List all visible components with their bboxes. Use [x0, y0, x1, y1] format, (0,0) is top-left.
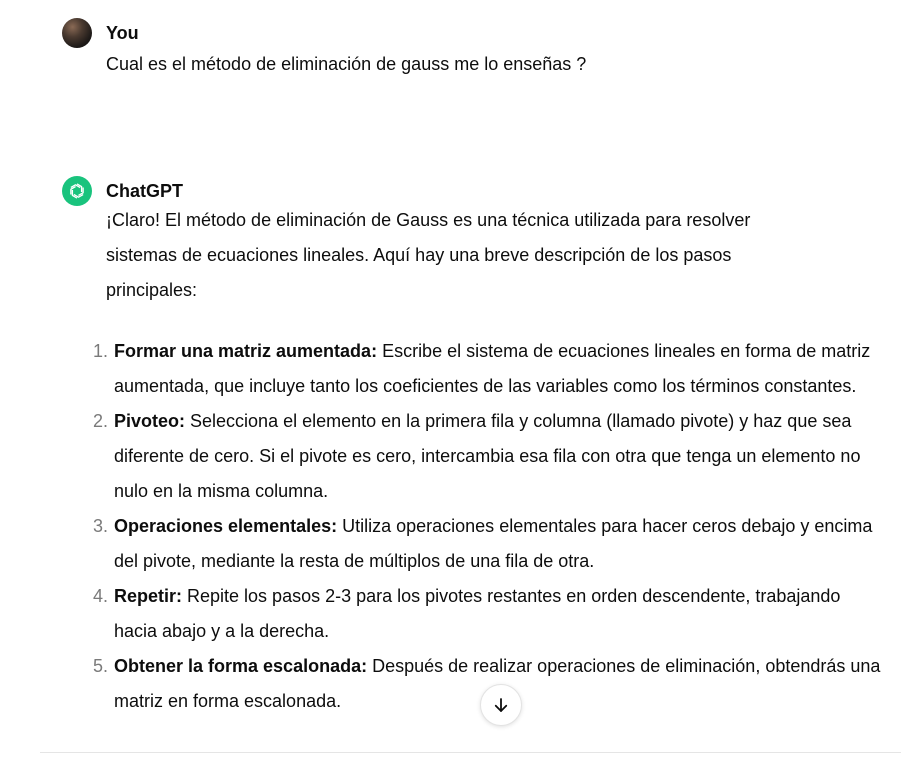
user-avatar — [62, 18, 92, 48]
list-item-number: 1. — [92, 341, 108, 361]
list-item-number: 2. — [92, 411, 108, 431]
list-item-number: 4. — [92, 586, 108, 606]
list-item-title: Operaciones elementales: — [114, 516, 343, 536]
openai-logo-icon — [62, 176, 92, 206]
composer-divider — [40, 752, 901, 753]
assistant-author-name: ChatGPT — [106, 181, 184, 201]
steps-list: 1. Formar una matriz aumentada: Escribe … — [93, 334, 884, 719]
list-item-title: Repetir: — [114, 586, 188, 606]
scroll-to-bottom-button[interactable] — [480, 684, 522, 726]
list-item-text: Selecciona el elemento en la primera fil… — [114, 411, 861, 501]
list-item: 2. Pivoteo: Selecciona el elemento en la… — [93, 404, 884, 509]
list-item: 4. Repetir: Repite los pasos 2-3 para lo… — [93, 579, 884, 649]
list-item: 1. Formar una matriz aumentada: Escribe … — [93, 334, 884, 404]
list-item-text: Repite los pasos 2-3 para los pivotes re… — [114, 586, 841, 641]
list-item-title: Formar una matriz aumentada: — [114, 341, 383, 361]
list-item-number: 3. — [92, 516, 108, 536]
arrow-down-icon — [494, 698, 508, 712]
list-item: 3. Operaciones elementales: Utiliza oper… — [93, 509, 884, 579]
user-message-text: Cual es el método de eliminación de gaus… — [106, 54, 587, 74]
list-item-title: Pivoteo: — [114, 411, 191, 431]
list-item-title: Obtener la forma escalonada: — [114, 656, 373, 676]
assistant-intro-text: ¡Claro! El método de eliminación de Gaus… — [106, 210, 751, 300]
list-item-number: 5. — [92, 656, 108, 676]
user-author-name: You — [106, 23, 139, 43]
